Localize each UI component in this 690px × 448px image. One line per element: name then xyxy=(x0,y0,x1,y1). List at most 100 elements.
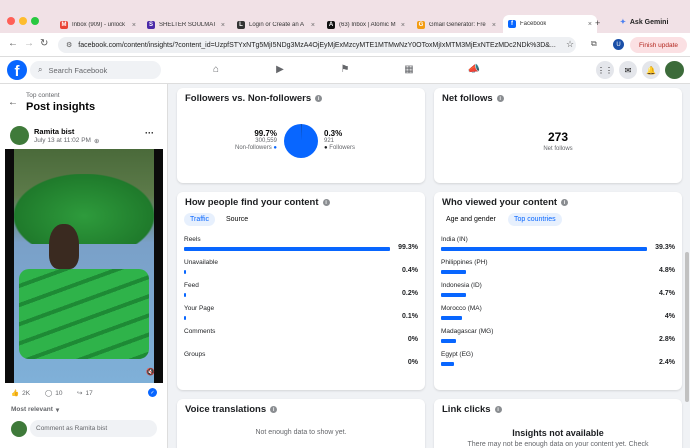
site-info-icon[interactable]: ⚙ xyxy=(66,41,72,49)
messenger-icon[interactable]: ✉ xyxy=(619,61,637,79)
find-content-card: How people find your content i Traffic So… xyxy=(177,192,425,390)
breadcrumb[interactable]: Top content xyxy=(26,92,60,99)
link-clicks-heading: Insights not available xyxy=(512,428,604,438)
browser-tab-title: Inbox (909) - unlock xyxy=(72,22,126,28)
ads-megaphone-icon[interactable]: 📣 xyxy=(467,64,481,76)
link-clicks-card: Link clicks i Insights not available Ther… xyxy=(434,399,682,448)
row-bar xyxy=(441,339,456,343)
chevron-down-icon: ▾ xyxy=(55,407,60,414)
info-icon[interactable]: i xyxy=(494,406,502,413)
maximize-window-button[interactable] xyxy=(31,17,39,25)
row-percent: 0.2% xyxy=(402,290,418,297)
info-icon[interactable]: i xyxy=(496,95,504,102)
row-bar xyxy=(184,247,390,251)
url-field[interactable]: ⚙ facebook.com/content/insights/?content… xyxy=(58,37,576,53)
post-panel: ← Top content Post insights Ramita bist … xyxy=(0,84,168,448)
author-name[interactable]: Ramita bist xyxy=(34,127,74,136)
non-followers-count: 300,559 xyxy=(255,138,277,144)
search-placeholder: Search Facebook xyxy=(48,65,108,75)
close-tab-icon[interactable]: × xyxy=(132,22,136,29)
close-tab-icon[interactable]: × xyxy=(492,22,496,29)
author-avatar[interactable] xyxy=(10,126,29,145)
followers-label: Followers xyxy=(329,145,355,151)
new-tab-button[interactable] xyxy=(500,17,510,33)
post-video[interactable]: 🔇 xyxy=(5,149,163,383)
page-title: Post insights xyxy=(26,101,96,113)
more-options-icon[interactable]: ··· xyxy=(145,128,154,138)
reload-icon[interactable]: ↻ xyxy=(40,38,48,49)
info-icon[interactable]: i xyxy=(561,199,569,206)
row-label: Philippines (PH) xyxy=(441,259,488,266)
finish-update-button[interactable]: Finish update xyxy=(630,37,687,53)
followers-dot: ● xyxy=(324,145,328,151)
pages-flag-icon[interactable]: ⚑ xyxy=(338,64,352,76)
gmail-icon: M xyxy=(60,21,68,29)
scrollbar[interactable] xyxy=(685,252,689,402)
tab-traffic[interactable]: Traffic xyxy=(184,213,216,226)
info-icon[interactable]: i xyxy=(270,406,278,413)
info-icon[interactable]: i xyxy=(322,199,330,206)
new-tab-plus-icon[interactable]: + xyxy=(595,18,600,28)
browser-tab[interactable]: A (63) Inbox | Atomic M × xyxy=(322,17,410,33)
voice-card-title: Voice translations i xyxy=(185,404,278,415)
bookmark-star-icon[interactable]: ☆ xyxy=(566,39,574,50)
row-label: India (IN) xyxy=(441,236,468,243)
dashboard-icon[interactable]: ▦ xyxy=(402,64,416,76)
comment-input[interactable]: Comment as Ramita bist xyxy=(30,420,157,437)
back-arrow-icon[interactable]: ← xyxy=(8,97,18,108)
minimize-window-button[interactable] xyxy=(19,17,27,25)
video-icon[interactable]: ▶ xyxy=(273,64,287,76)
followers-card-title: Followers vs. Non-followers i xyxy=(185,93,323,104)
row-label: Morocco (MA) xyxy=(441,305,482,312)
login-icon: L xyxy=(237,21,245,29)
non-followers-label: Non-followers xyxy=(235,145,272,151)
browser-tab[interactable]: f Facebook × xyxy=(503,15,597,33)
row-bar xyxy=(441,362,454,366)
close-window-button[interactable] xyxy=(7,17,15,25)
tab-age-gender[interactable]: Age and gender xyxy=(440,213,502,226)
close-tab-icon[interactable]: × xyxy=(588,21,592,28)
viewers-card: Who viewed your content i Age and gender … xyxy=(434,192,682,390)
net-follows-label: Net follows xyxy=(543,146,573,152)
row-bar xyxy=(441,316,462,320)
menu-grid-icon[interactable]: ⋮⋮ xyxy=(596,61,614,79)
row-percent: 4.7% xyxy=(659,290,675,297)
tab-source[interactable]: Source xyxy=(220,213,254,226)
extensions-icon[interactable]: ⧉ xyxy=(591,39,597,49)
tab-top-countries[interactable]: Top countries xyxy=(508,213,562,226)
search-input[interactable]: ⌕ Search Facebook xyxy=(30,61,161,79)
notifications-bell-icon[interactable]: 🔔 xyxy=(642,61,660,79)
browser-tab[interactable]: L Login or Create an A × xyxy=(232,17,320,33)
inflatable-float xyxy=(19,269,149,359)
close-tab-icon[interactable]: × xyxy=(221,22,225,29)
browser-tab[interactable]: M Inbox (909) - unlock × xyxy=(55,17,141,33)
browser-tab[interactable]: S SHELTER SOULMATE × xyxy=(142,17,230,33)
home-icon[interactable]: ⌂ xyxy=(209,64,223,76)
back-icon[interactable]: ← xyxy=(8,38,18,49)
mute-icon[interactable]: 🔇 xyxy=(146,368,155,376)
ask-gemini-button[interactable]: ✦ Ask Gemini xyxy=(620,18,668,27)
sort-comments[interactable]: Most relevant ▾ xyxy=(11,406,59,414)
close-tab-icon[interactable]: × xyxy=(401,22,405,29)
search-icon: ⌕ xyxy=(38,65,43,74)
generator-icon: G xyxy=(417,21,425,29)
url-text: facebook.com/content/insights/?content_i… xyxy=(78,41,556,49)
find-content-title-text: How people find your content xyxy=(185,197,319,208)
link-clicks-card-title: Link clicks i xyxy=(442,404,502,415)
browser-tab[interactable]: G Gmail Generator: Fre × xyxy=(412,17,501,33)
post-timestamp[interactable]: July 13 at 11:02 PM xyxy=(34,137,91,145)
shares[interactable]: ↪ 17 xyxy=(77,389,93,398)
account-avatar[interactable] xyxy=(665,61,684,79)
row-label: Feed xyxy=(184,282,199,289)
row-percent: 2.8% xyxy=(659,336,675,343)
comments[interactable]: ◯ 10 xyxy=(45,389,63,398)
forward-icon[interactable]: → xyxy=(24,38,34,49)
reactions[interactable]: 👍 2K xyxy=(11,389,30,398)
viewers-title-text: Who viewed your content xyxy=(442,197,558,208)
profile-avatar[interactable]: U xyxy=(613,39,624,50)
followers-stat: 0.3% 921 ● Followers xyxy=(324,129,384,151)
page-badge-icon[interactable]: ✓ xyxy=(148,388,157,397)
info-icon[interactable]: i xyxy=(315,95,323,102)
facebook-logo[interactable]: f xyxy=(7,60,27,80)
close-tab-icon[interactable]: × xyxy=(311,22,315,29)
